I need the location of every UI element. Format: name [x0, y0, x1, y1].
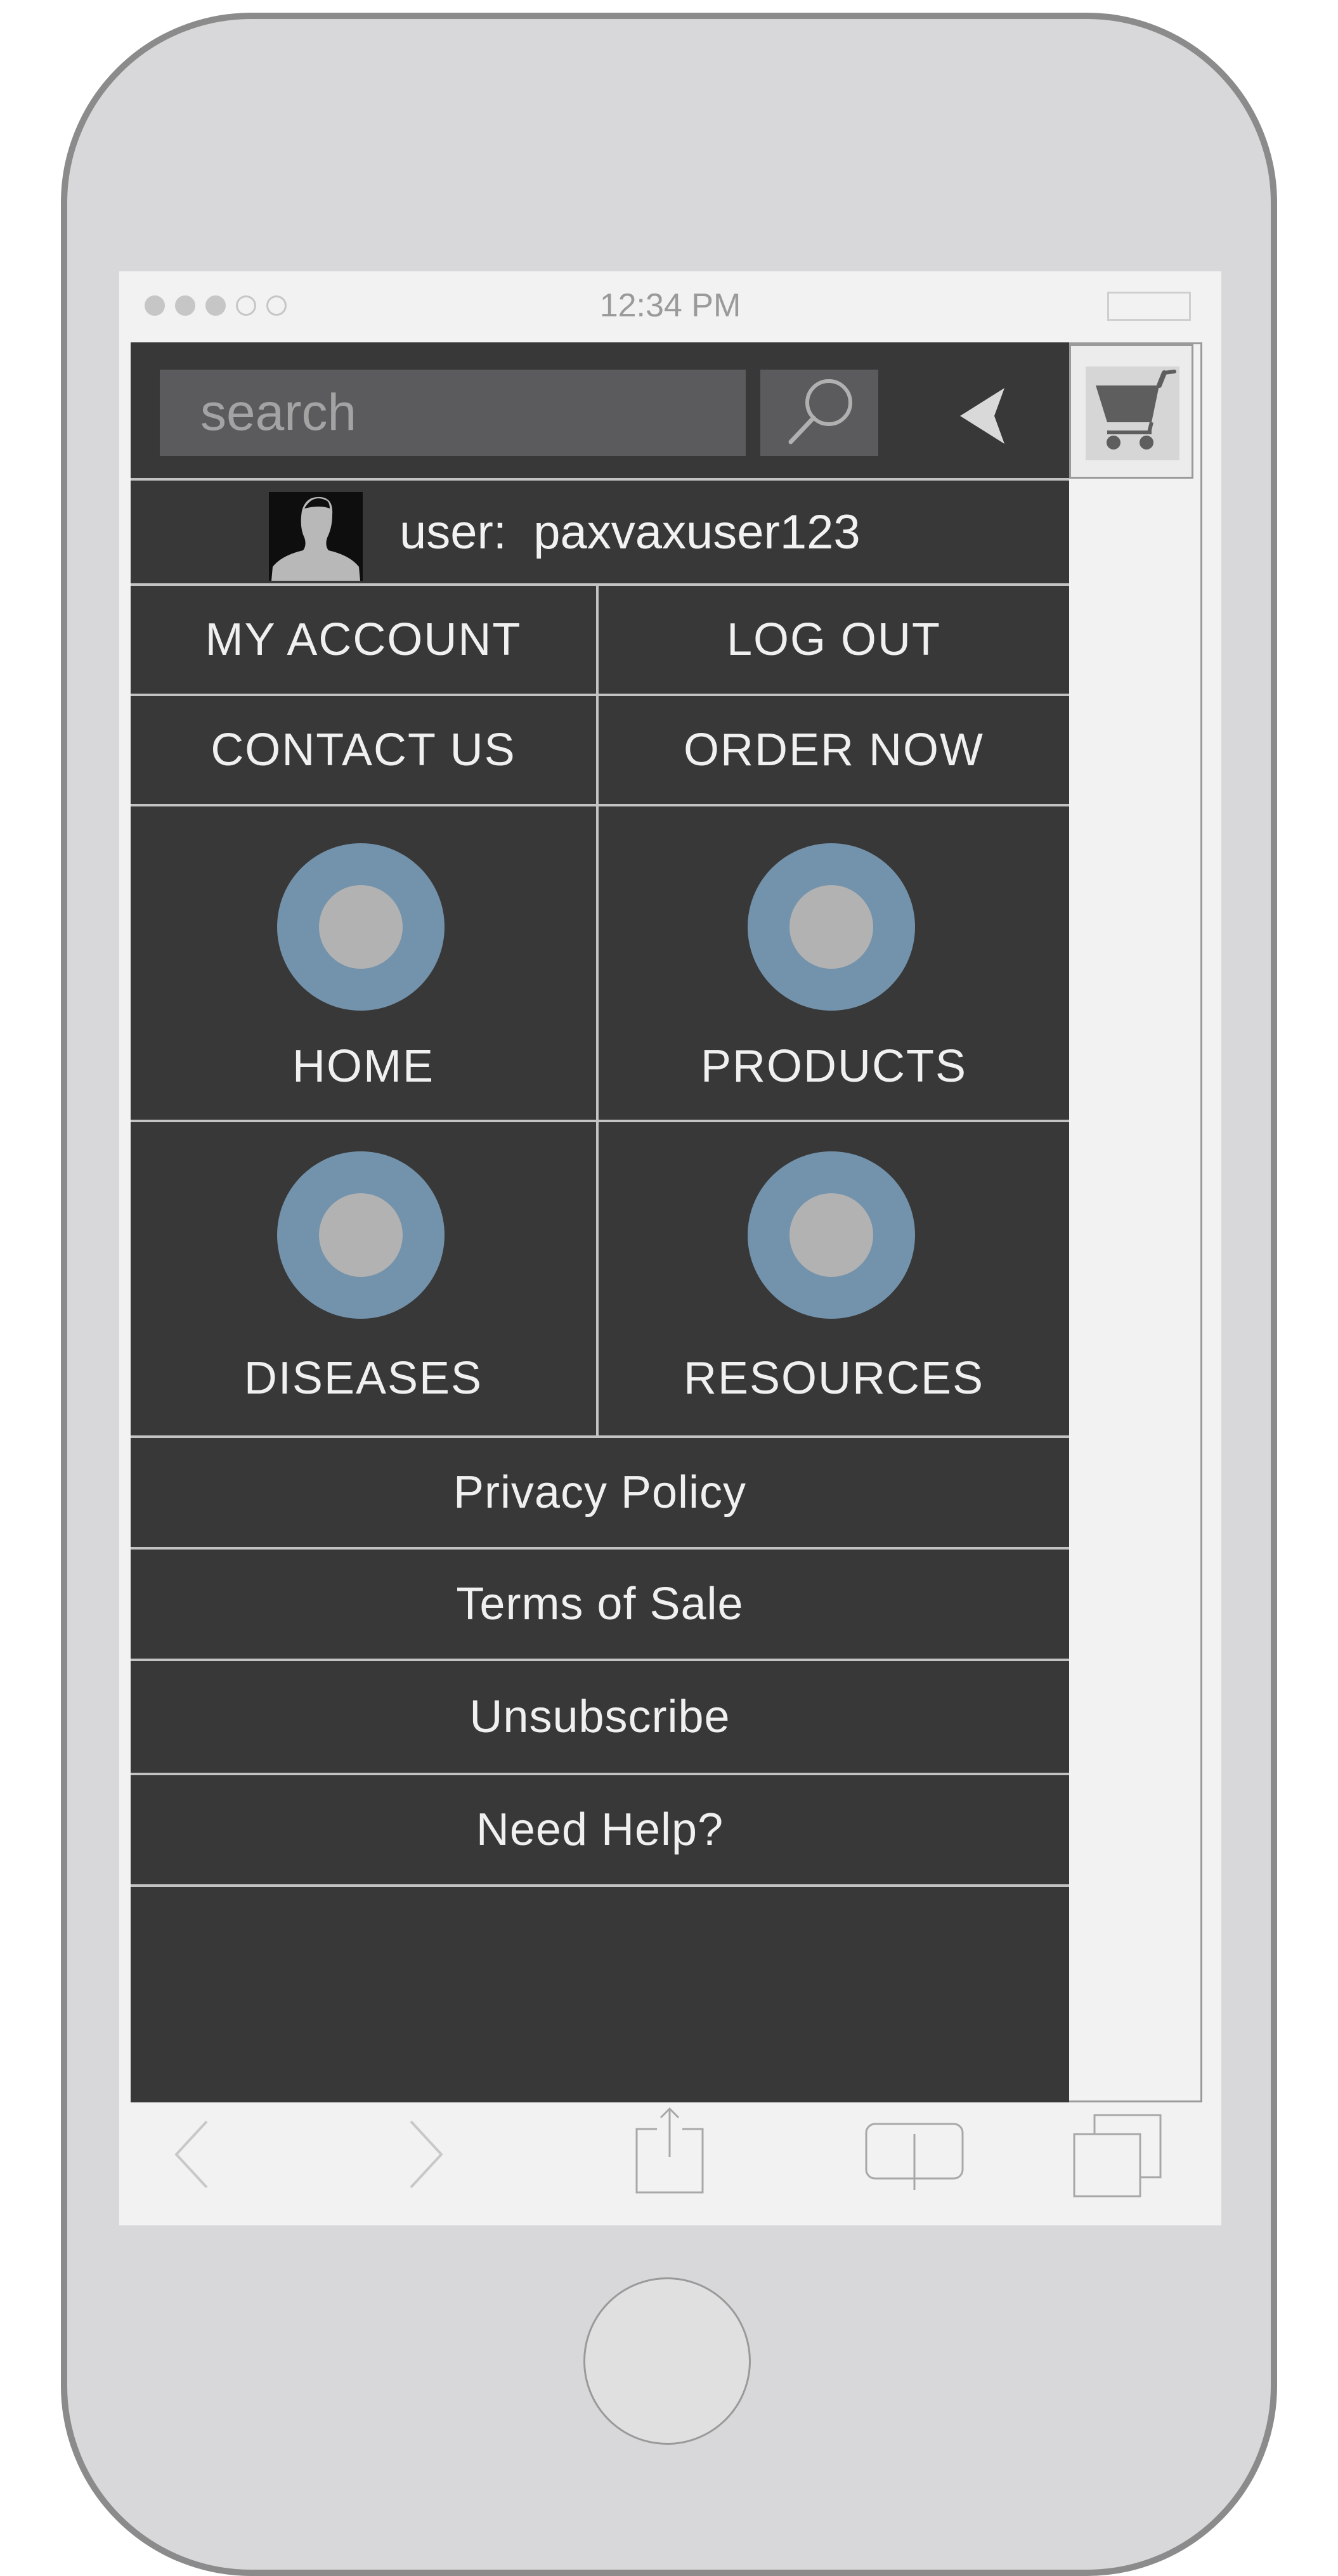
- tile-products[interactable]: PRODUCTS: [599, 806, 1069, 1120]
- battery-icon: [1107, 292, 1191, 321]
- need-help-link[interactable]: Need Help?: [131, 1775, 1069, 1884]
- unsubscribe-link[interactable]: Unsubscribe: [131, 1661, 1069, 1773]
- tile-label: DISEASES: [244, 1353, 483, 1404]
- divider: [131, 478, 1069, 481]
- privacy-policy-link[interactable]: Privacy Policy: [131, 1438, 1069, 1547]
- circle-placeholder-icon: [748, 1151, 915, 1319]
- user-silhouette-icon: [271, 496, 360, 581]
- order-now-button[interactable]: ORDER NOW: [599, 696, 1069, 804]
- username-label: user: paxvaxuser123: [399, 505, 861, 559]
- status-time: 12:34 PM: [599, 287, 741, 324]
- tile-home[interactable]: HOME: [131, 806, 596, 1120]
- forward-arrow-icon[interactable]: [403, 2116, 448, 2192]
- avatar[interactable]: [269, 492, 363, 581]
- search-button[interactable]: [760, 370, 878, 456]
- column-divider: [596, 804, 599, 1435]
- tile-label: HOME: [292, 1041, 434, 1092]
- tile-label: PRODUCTS: [700, 1041, 967, 1092]
- share-icon[interactable]: [632, 2106, 708, 2195]
- log-out-button[interactable]: LOG OUT: [599, 586, 1069, 694]
- chevron-left-icon: [960, 388, 1004, 444]
- tile-label: RESOURCES: [683, 1353, 985, 1404]
- back-arrow-icon[interactable]: [171, 2116, 216, 2192]
- home-button[interactable]: [583, 2277, 751, 2445]
- contact-us-button[interactable]: CONTACT US: [131, 696, 596, 804]
- circle-placeholder-icon: [748, 843, 915, 1011]
- divider: [131, 1884, 1069, 1887]
- tabs-icon[interactable]: [1070, 2111, 1166, 2200]
- bookmarks-icon[interactable]: [864, 2121, 965, 2191]
- tile-diseases[interactable]: DISEASES: [131, 1122, 596, 1435]
- search-input[interactable]: search: [160, 370, 746, 456]
- back-button[interactable]: [951, 380, 1015, 450]
- shopping-cart-icon: [1086, 366, 1179, 460]
- tile-resources[interactable]: RESOURCES: [599, 1122, 1069, 1435]
- my-account-button[interactable]: MY ACCOUNT: [131, 586, 596, 694]
- circle-placeholder-icon: [277, 1151, 445, 1319]
- circle-placeholder-icon: [277, 843, 445, 1011]
- magnifier-icon: [788, 379, 852, 444]
- terms-of-sale-link[interactable]: Terms of Sale: [131, 1550, 1069, 1659]
